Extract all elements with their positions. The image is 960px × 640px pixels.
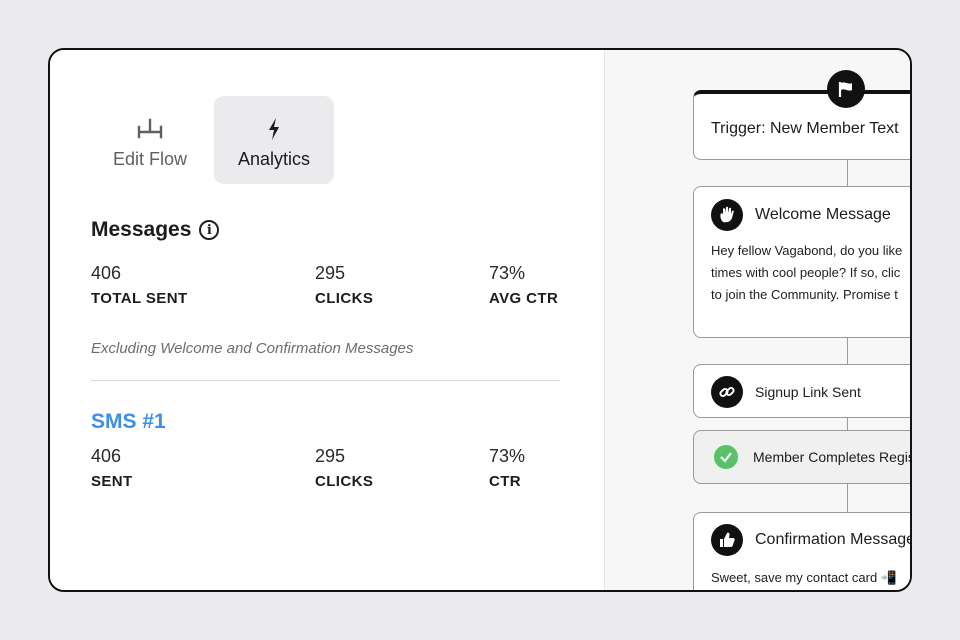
tab-edit-flow[interactable]: Edit Flow	[90, 96, 210, 184]
sms-title-link[interactable]: SMS #1	[91, 410, 166, 434]
check-icon	[711, 442, 741, 472]
lightning-icon	[214, 114, 334, 144]
node-body: Sweet, save my contact card 📲	[711, 570, 897, 585]
stat-label: CLICKS	[315, 473, 374, 490]
info-icon[interactable]: i	[199, 220, 220, 240]
body-line: times with cool people? If so, clic	[711, 265, 901, 280]
app-window: Edit Flow Analytics Messages i 406 TOTAL…	[48, 48, 912, 592]
tab-label: Analytics	[237, 149, 311, 169]
sms-stat-ctr: 73% CTR	[489, 446, 525, 490]
node-header: Welcome Message	[711, 199, 891, 231]
stat-value: 406	[91, 263, 122, 283]
node-body: Hey fellow Vagabond, do you like times w…	[711, 240, 902, 306]
trigger-label: Trigger: New Member Text	[711, 120, 899, 137]
body-line: Hey fellow Vagabond, do you like	[711, 243, 903, 258]
flow-canvas[interactable]: Trigger: New Member Text Welcome Message…	[604, 50, 910, 590]
stat-value: 406	[91, 446, 122, 466]
node-header: Member Completes Regis	[711, 442, 910, 472]
stat-total-sent: 406 TOTAL SENT	[91, 263, 188, 307]
stat-value: 295	[315, 263, 346, 283]
analytics-panel: Edit Flow Analytics Messages i 406 TOTAL…	[50, 50, 604, 590]
trigger-node[interactable]: Trigger: New Member Text	[693, 90, 910, 160]
stat-label: SENT	[91, 473, 133, 490]
stat-label: AVG CTR	[489, 290, 559, 307]
wave-hand-icon	[711, 199, 743, 231]
connector-line	[847, 338, 848, 364]
node-header: Confirmation Message	[711, 524, 910, 556]
welcome-message-node[interactable]: Welcome Message Hey fellow Vagabond, do …	[693, 186, 910, 338]
stat-value: 73%	[489, 263, 526, 283]
stat-clicks: 295 CLICKS	[315, 263, 373, 307]
messages-note: Excluding Welcome and Confirmation Messa…	[91, 340, 414, 357]
signup-link-node[interactable]: Signup Link Sent	[693, 364, 910, 418]
node-title: Welcome Message	[755, 206, 891, 223]
node-title: Signup Link Sent	[755, 384, 861, 400]
flow-icon	[90, 114, 210, 144]
node-title: Member Completes Regis	[753, 449, 910, 465]
stat-value: 73%	[489, 446, 526, 466]
body-line: to join the Community. Promise t	[711, 287, 898, 302]
stat-label: CTR	[489, 473, 522, 490]
link-icon	[711, 376, 743, 408]
stat-value: 295	[315, 446, 346, 466]
sms-stat-clicks: 295 CLICKS	[315, 446, 373, 490]
stat-label: TOTAL SENT	[91, 290, 188, 307]
node-title: Confirmation Message	[755, 531, 910, 548]
connector-line	[847, 418, 848, 430]
stat-label: CLICKS	[315, 290, 374, 307]
thumbs-up-icon	[711, 524, 743, 556]
registration-node[interactable]: Member Completes Regis	[693, 430, 910, 484]
connector-line	[847, 160, 848, 186]
tab-label: Edit Flow	[112, 149, 188, 169]
tab-analytics[interactable]: Analytics	[214, 96, 334, 184]
confirmation-message-node[interactable]: Confirmation Message Sweet, save my cont…	[693, 512, 910, 590]
messages-title: Messages	[91, 218, 192, 241]
stat-avg-ctr: 73% AVG CTR	[489, 263, 558, 307]
connector-line	[847, 484, 848, 512]
node-header: Signup Link Sent	[711, 376, 861, 408]
sms-stat-sent: 406 SENT	[91, 446, 133, 490]
flag-icon	[827, 70, 865, 108]
divider	[91, 380, 560, 381]
messages-heading: Messages i	[91, 218, 220, 242]
